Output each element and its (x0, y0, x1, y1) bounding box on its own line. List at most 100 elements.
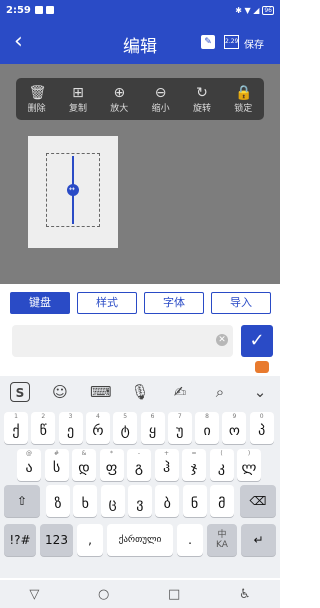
symbols-key[interactable]: !?# (4, 524, 36, 556)
tab-keyboard[interactable]: 键盘 (10, 292, 70, 314)
key-secondary-label: 2 (41, 413, 46, 420)
zoom-in-button[interactable]: ⊕ 放大 (104, 85, 134, 114)
emoji-icon[interactable]: ☺ (50, 382, 70, 402)
resize-handle-icon[interactable] (67, 184, 79, 196)
keyboard-toolbar: S ☺ ⌨ 🎙 ✍ ⌕ ⌄ (0, 376, 280, 408)
key-row3-2[interactable]: ც (100, 485, 125, 517)
backspace-icon: ⌫ (249, 494, 267, 508)
key-row3-4[interactable]: ბ (155, 485, 180, 517)
microphone-icon[interactable]: 🎙 (130, 382, 150, 402)
battery-icon: 96 (262, 5, 274, 15)
key-label: ხ (81, 496, 89, 512)
system-icons: ✱ ▼ ◢ (235, 5, 260, 15)
space-label: ქართული (118, 535, 162, 545)
lock-button[interactable]: 🔒 锁定 (228, 85, 258, 114)
nav-back-icon[interactable]: ▽ (29, 587, 39, 602)
comma-key[interactable]: , (77, 524, 103, 556)
tab-import[interactable]: 导入 (211, 292, 271, 314)
zoom-out-button[interactable]: ⊖ 缩小 (146, 85, 176, 114)
nav-home-icon[interactable]: ○ (98, 587, 109, 602)
key-row2-5[interactable]: + ჰ (154, 449, 179, 481)
delete-button[interactable]: 🗑 删除 (22, 85, 52, 114)
key-row2-0[interactable]: @ ა (17, 449, 41, 481)
save-button[interactable]: 保存 (244, 36, 264, 51)
search-icon[interactable]: ⌕ (210, 382, 230, 402)
soft-keyboard: S ☺ ⌨ 🎙 ✍ ⌕ ⌄ 1ქ2წ3ე4რ5ტ6ყ7უ8ი9ო0პ @ ა # ს &… (0, 358, 280, 578)
copy-button[interactable]: ⊞ 复制 (63, 85, 93, 114)
save-icon[interactable]: 2.29 (224, 35, 239, 49)
edit-toolbar: 🗑 删除 ⊞ 复制 ⊕ 放大 ⊖ 缩小 ↻ 旋转 🔒 锁定 (16, 78, 264, 120)
key-label: ტ (120, 423, 130, 439)
status-bar: 2:59 ✱ ▼ ◢ 96 (0, 0, 280, 20)
accessibility-icon[interactable]: ♿ (239, 587, 251, 602)
input-row: ✕ ✓ (0, 324, 280, 358)
key-secondary-label: 5 (123, 413, 128, 420)
key-row2-7[interactable]: (კ (209, 449, 234, 481)
mascot-icon[interactable] (255, 361, 269, 373)
lock-icon: 🔒 (235, 84, 253, 101)
key-row3-6[interactable]: მ (209, 485, 234, 517)
key-label: ე (67, 423, 75, 439)
key-row2-8[interactable]: ) ლ (237, 449, 261, 481)
key-row2-3[interactable]: * ფ (99, 449, 124, 481)
key-secondary-label: 4 (95, 413, 100, 420)
key-row1-9[interactable]: 0პ (249, 412, 274, 444)
notification-icon-2 (45, 6, 54, 14)
key-label: ჰ (162, 460, 171, 476)
shift-key[interactable]: ⇧ (4, 485, 40, 517)
key-row3-3[interactable]: ვ (127, 485, 152, 517)
period-key[interactable]: . (177, 524, 203, 556)
key-row1-0[interactable]: 1ქ (4, 412, 28, 444)
nav-recent-icon[interactable]: □ (168, 587, 180, 602)
keyboard-icon[interactable]: ⌨ (90, 382, 112, 402)
backspace-key[interactable]: ⌫ (240, 485, 276, 517)
key-secondary-label: # (53, 450, 60, 457)
key-row2-6[interactable]: = ჯ (182, 449, 206, 481)
period-label: . (188, 533, 192, 547)
key-row1-6[interactable]: 7უ (167, 412, 192, 444)
key-row1-3[interactable]: 4რ (85, 412, 110, 444)
delete-label: 删除 (27, 103, 46, 114)
tab-style[interactable]: 样式 (77, 292, 137, 314)
text-input[interactable] (12, 325, 233, 357)
key-row3-0[interactable]: ზ (46, 485, 70, 517)
clear-icon[interactable]: ✕ (216, 334, 228, 346)
key-secondary-label: + (163, 450, 170, 457)
rotate-button[interactable]: ↻ 旋转 (187, 85, 217, 114)
key-label: რ (92, 423, 104, 439)
sogou-icon[interactable]: S (10, 382, 30, 402)
key-row1-4[interactable]: 5ტ (113, 412, 138, 444)
notification-icon (34, 6, 43, 14)
key-row3-1[interactable]: ხ (73, 485, 98, 517)
language-switch-key[interactable]: 中 KA (207, 524, 237, 556)
key-row1-1[interactable]: 2წ (31, 412, 56, 444)
key-label: ი (203, 423, 211, 439)
zoom-in-icon: ⊕ (113, 84, 126, 101)
key-row2-2[interactable]: & დ (72, 449, 96, 481)
key-label: ვ (136, 496, 144, 512)
tab-font[interactable]: 字体 (144, 292, 204, 314)
key-row1-5[interactable]: 6ყ (140, 412, 165, 444)
key-row2-1[interactable]: # ს (44, 449, 69, 481)
key-row2-4[interactable]: -გ (127, 449, 151, 481)
zoom-in-label: 放大 (110, 103, 129, 114)
key-label: პ (258, 423, 266, 439)
key-row3-5[interactable]: ნ (182, 485, 207, 517)
numbers-key[interactable]: 123 (40, 524, 73, 556)
handwriting-icon[interactable]: ✍ (170, 382, 190, 402)
enter-key[interactable]: ↵ (241, 524, 276, 556)
key-secondary-label: @ (26, 450, 32, 457)
key-row1-8[interactable]: 9ო (222, 412, 247, 444)
key-row1-7[interactable]: 8ი (195, 412, 220, 444)
key-secondary-label: ) (247, 450, 251, 457)
key-label: ლ (241, 460, 257, 476)
numbers-label: 123 (45, 533, 68, 547)
key-label: უ (176, 423, 184, 439)
key-row1-2[interactable]: 3ე (58, 412, 83, 444)
key-label: ს (52, 460, 61, 476)
confirm-button[interactable]: ✓ (241, 325, 273, 357)
space-key[interactable]: ქართული (107, 524, 173, 556)
key-secondary-label: ( (220, 450, 223, 457)
collapse-icon[interactable]: ⌄ (250, 382, 270, 402)
edit-icon[interactable]: ✎ (201, 35, 215, 49)
